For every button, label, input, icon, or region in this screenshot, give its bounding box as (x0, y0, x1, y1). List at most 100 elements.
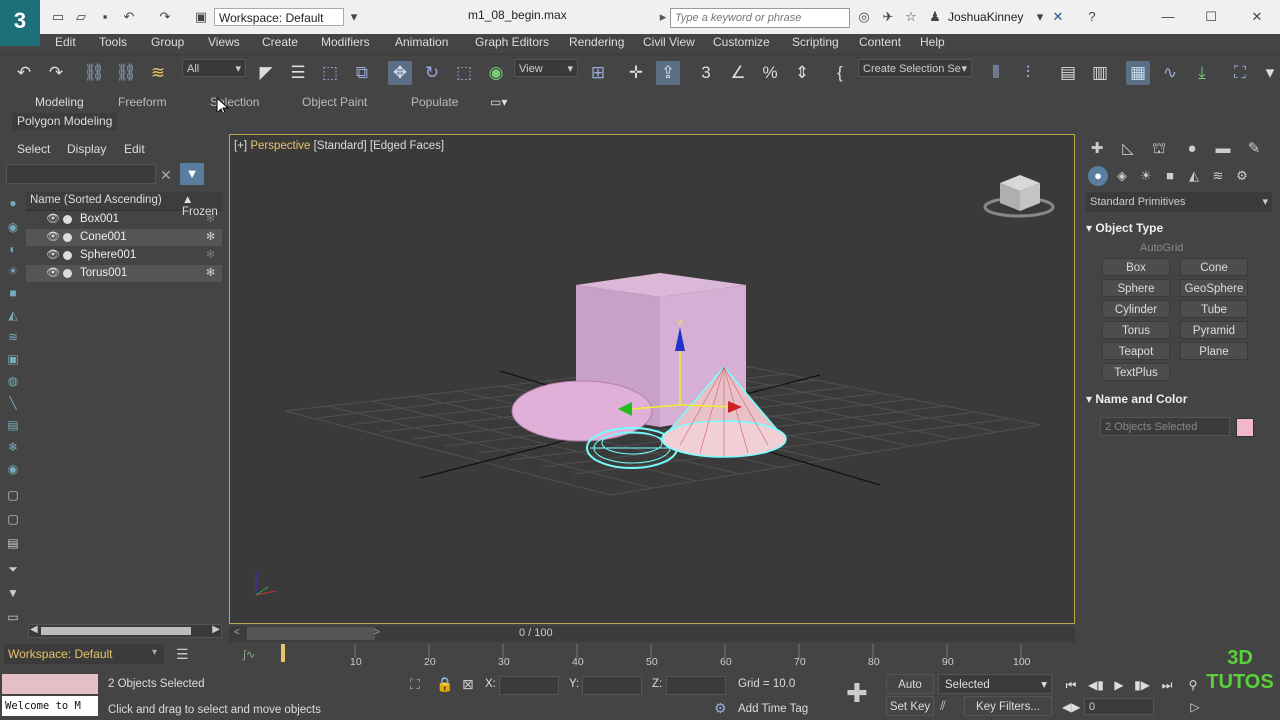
menu-customize[interactable]: Customize (713, 35, 770, 49)
key-filters-button[interactable]: Key Filters... (964, 696, 1052, 716)
close-icon[interactable]: ✕ (1249, 9, 1265, 25)
app-logo[interactable]: 3 (0, 0, 40, 46)
lights-filter-icon[interactable]: ☀ (6, 264, 20, 278)
scene-canvas[interactable]: z (230, 135, 1074, 623)
search-input[interactable]: Type a keyword or phrase (670, 8, 850, 28)
explorer-menu-display[interactable]: Display (67, 142, 106, 156)
align-icon[interactable]: ⫶ (1016, 61, 1040, 85)
lights-category-icon[interactable]: ☀ (1136, 166, 1156, 186)
selection-lock-icon[interactable]: 🔒 (436, 676, 453, 693)
tube-button[interactable]: Tube (1180, 300, 1248, 318)
helpers-category-icon[interactable]: ◭ (1184, 166, 1204, 186)
absolute-offset-icon[interactable]: ⊠ (462, 676, 474, 693)
ribbon-tab-object-paint[interactable]: Object Paint (302, 95, 367, 109)
user-name[interactable]: JoshuaKinney (948, 10, 1023, 24)
menu-tools[interactable]: Tools (99, 35, 127, 49)
percent-snap-icon[interactable]: % (758, 61, 782, 85)
open-file-icon[interactable]: ▱ (73, 9, 89, 25)
shapes-category-icon[interactable]: ◈ (1112, 166, 1132, 186)
menu-civil-view[interactable]: Civil View (643, 35, 695, 49)
maximize-icon[interactable]: ☐ (1203, 9, 1219, 25)
pivot-center-icon[interactable]: ⊞ (586, 61, 610, 85)
perspective-viewport[interactable]: [+] Perspective [Standard] [Edged Faces] (229, 134, 1075, 624)
bones-filter-icon[interactable]: ╲ (6, 396, 20, 410)
funnel-icon[interactable]: ⏷ (6, 562, 20, 576)
x-coordinate-field[interactable] (499, 676, 559, 695)
current-frame-field[interactable]: 0 (1084, 698, 1154, 715)
selection-filter-dropdown[interactable]: All ▾ (182, 59, 246, 77)
maxscript-listener-output[interactable]: Welcome to M (2, 696, 98, 716)
visibility-eye-icon[interactable]: 👁 (46, 266, 60, 279)
table-row[interactable]: 👁 Box001 ✻ (26, 211, 222, 228)
undo-icon[interactable]: ↶ (12, 61, 36, 85)
select-scale-icon[interactable]: ⬚ (452, 61, 476, 85)
save-file-icon[interactable]: ▪ (97, 9, 113, 25)
space-warps-category-icon[interactable]: ≋ (1208, 166, 1228, 186)
chevron-down-icon[interactable]: ▾ (1032, 9, 1048, 25)
ref-coord-dropdown[interactable]: View ▾ (514, 59, 578, 77)
menu-views[interactable]: Views (208, 35, 240, 49)
menu-graph-editors[interactable]: Graph Editors (475, 35, 549, 49)
y-coordinate-field[interactable] (582, 676, 642, 695)
menu-edit[interactable]: Edit (55, 35, 76, 49)
invert-filter-icon[interactable]: ▤ (6, 536, 20, 550)
select-move-icon[interactable]: ✥ (388, 61, 412, 85)
box-button[interactable]: Box (1102, 258, 1170, 276)
hierarchy-tab-icon[interactable]: ⛫ (1148, 138, 1170, 160)
rect-selection-icon[interactable]: ⬚ (318, 61, 342, 85)
auto-key-button[interactable]: Auto Key (886, 674, 934, 711)
table-row[interactable]: 👁 Sphere001 ✻ (26, 247, 222, 264)
menu-modifiers[interactable]: Modifiers (321, 35, 370, 49)
render-dot-icon[interactable] (63, 233, 72, 242)
exchange-icon[interactable]: ✕ (1050, 9, 1066, 25)
render-dot-icon[interactable] (63, 215, 72, 224)
track-bar[interactable]: ∫∿ 10 20 30 40 50 60 70 80 90 100 (229, 642, 1039, 674)
spinner-snap-icon[interactable]: ⇕ (790, 61, 814, 85)
z-coordinate-field[interactable] (666, 676, 726, 695)
angle-snap-icon[interactable]: ∠ (726, 61, 750, 85)
frozen-snowflake-icon[interactable]: ✻ (206, 230, 215, 243)
render-dot-icon[interactable] (63, 269, 72, 278)
cone-button[interactable]: Cone (1180, 258, 1248, 276)
key-mode-toggle-icon[interactable]: ◀▶ (1062, 698, 1080, 716)
communication-center-icon[interactable]: ✈ (880, 9, 896, 25)
explorer-menu-select[interactable]: Select (17, 142, 50, 156)
geometry-category-icon[interactable]: ● (1088, 166, 1108, 186)
snaps-toggle-icon[interactable]: 3 (694, 61, 718, 85)
object-color-swatch[interactable] (1236, 418, 1254, 437)
clear-search-icon[interactable]: ✕ (160, 167, 172, 184)
object-name-field[interactable]: 2 Objects Selected (1100, 417, 1230, 436)
primitive-category-dropdown[interactable]: Standard Primitives ▾ (1086, 192, 1272, 212)
ribbon-tab-freeform[interactable]: Freeform (118, 95, 167, 109)
systems-category-icon[interactable]: ⚙ (1232, 166, 1252, 186)
next-frame-icon[interactable]: > (374, 627, 380, 638)
mirror-icon[interactable]: ⫴ (984, 61, 1008, 85)
curve-editor-mini-icon[interactable]: ∫∿ (243, 648, 255, 661)
visibility-eye-icon[interactable]: 👁 (46, 230, 60, 243)
go-to-end-icon[interactable]: ⏭ (1158, 676, 1176, 694)
key-selection-dropdown[interactable]: Selected ▾ (938, 674, 1052, 694)
menu-rendering[interactable]: Rendering (569, 35, 624, 49)
display-none-icon[interactable]: ● (6, 196, 20, 210)
layers-icon[interactable]: ☰ (176, 646, 189, 663)
visibility-eye-icon[interactable]: 👁 (46, 212, 60, 225)
frozen-filter-icon[interactable]: ❄ (6, 440, 20, 454)
menu-help[interactable]: Help (920, 35, 945, 49)
set-keys-icon[interactable]: ✚ (846, 678, 868, 709)
containers-filter-icon[interactable]: ▤ (6, 418, 20, 432)
filter-icon[interactable]: ▼ (180, 163, 204, 185)
menu-content[interactable]: Content (859, 35, 901, 49)
select-object-icon[interactable]: ◤ (254, 61, 278, 85)
all-filter-icon[interactable]: ▢ (6, 488, 20, 502)
material-editor-icon[interactable]: ⛶ (1228, 61, 1252, 85)
plane-button[interactable]: Plane (1180, 342, 1248, 360)
bind-space-warp-icon[interactable]: ≋ (146, 61, 170, 85)
add-time-tag[interactable]: Add Time Tag (738, 703, 808, 715)
keyboard-shortcut-override-icon[interactable]: ⇪ (656, 61, 680, 85)
viewcube-icon[interactable] (983, 175, 1055, 218)
textplus-button[interactable]: TextPlus (1102, 363, 1170, 381)
layer-explorer-icon[interactable]: ▥ (1088, 61, 1112, 85)
user-icon[interactable]: ♟ (927, 9, 943, 25)
edit-named-sets-icon[interactable]: { (828, 61, 852, 85)
scroll-right-icon[interactable]: ▶ (212, 624, 220, 635)
